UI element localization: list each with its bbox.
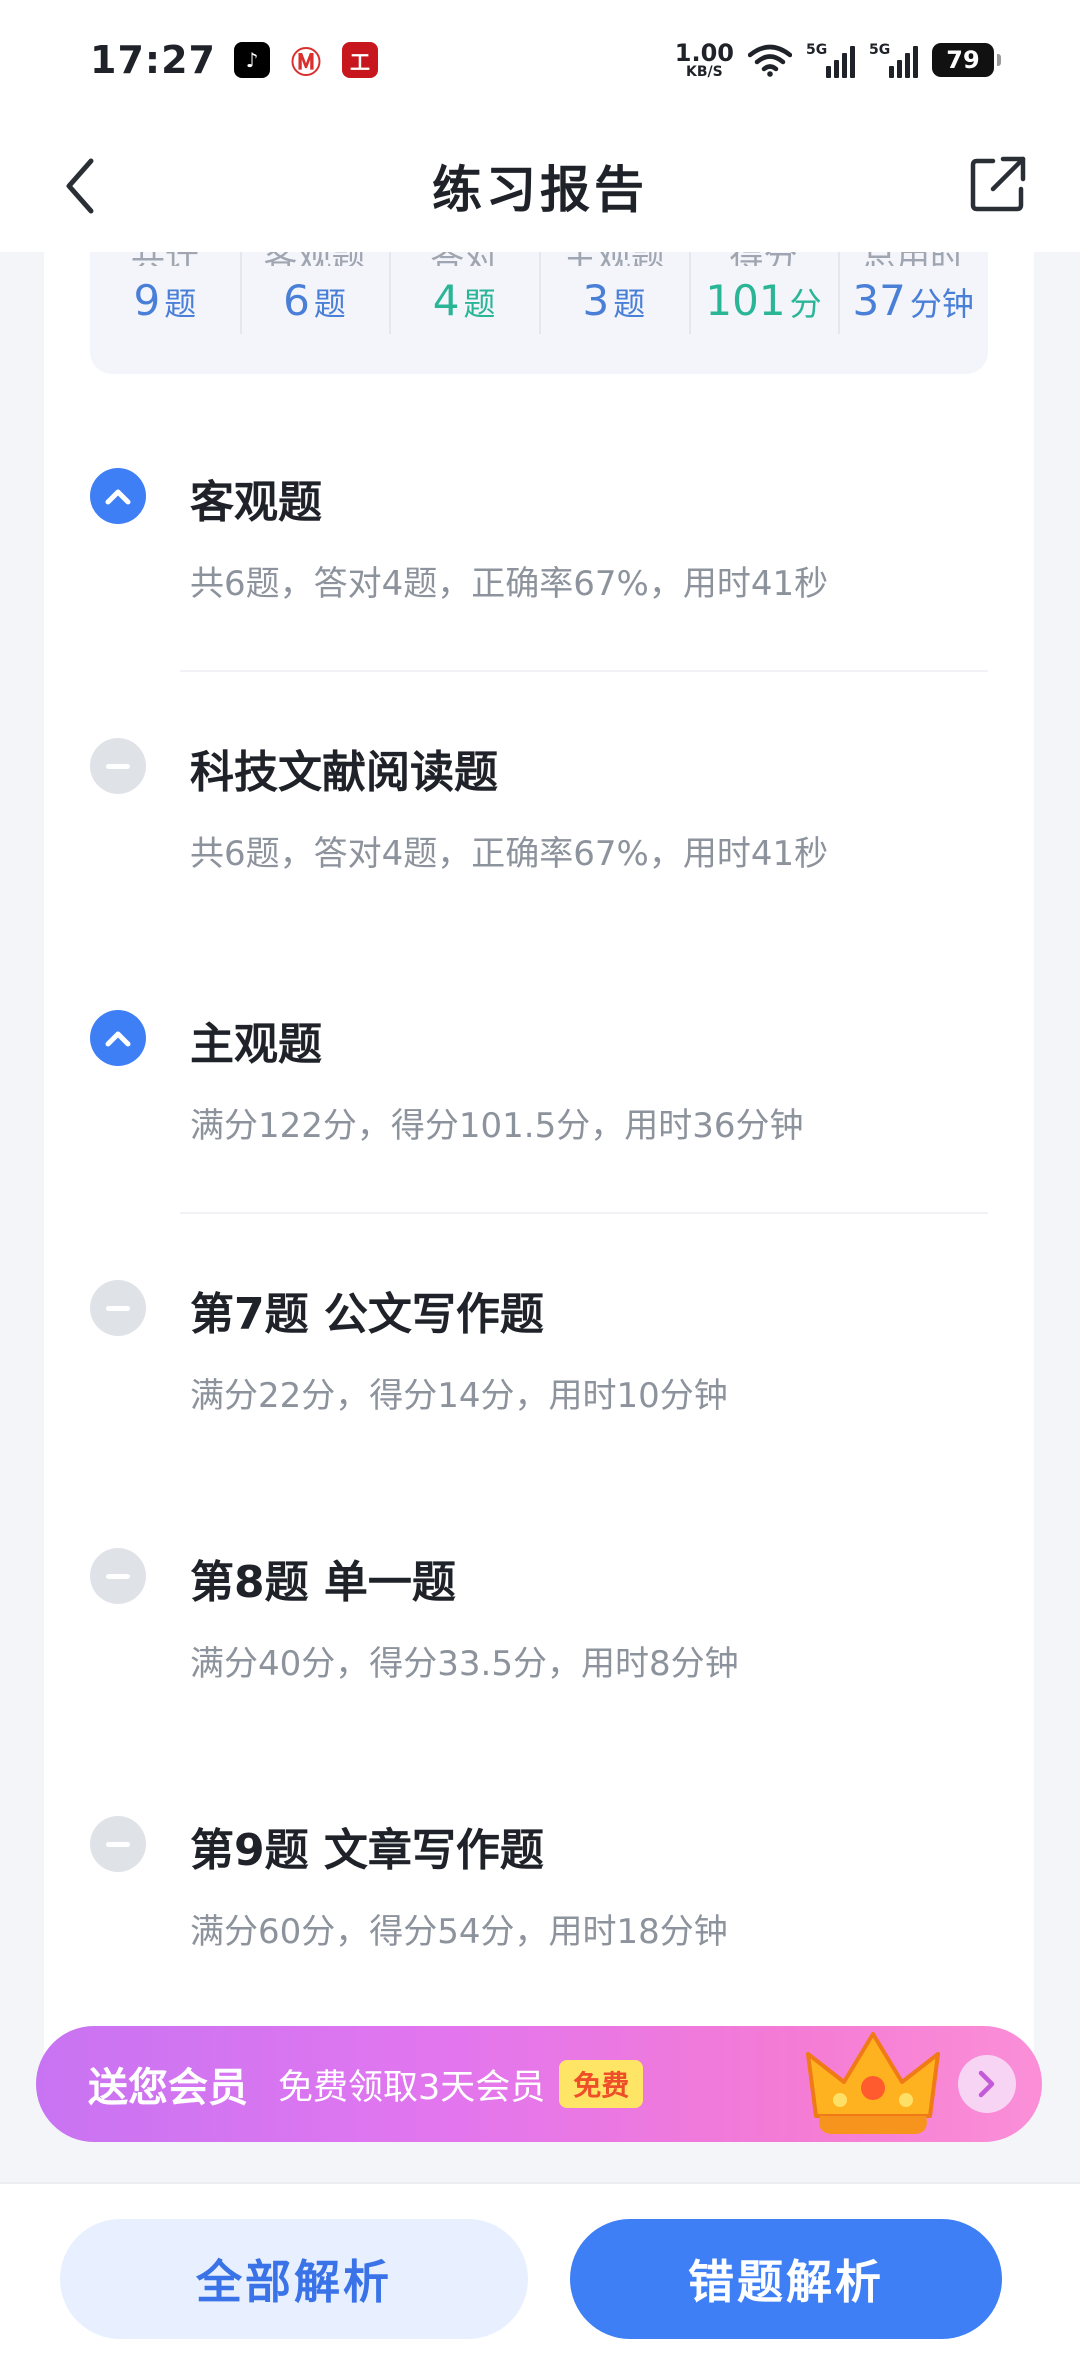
promo-arrow-button[interactable] xyxy=(958,2055,1016,2113)
chevron-left-icon xyxy=(66,158,94,214)
stat-time: 总用时 37分钟 xyxy=(838,252,988,374)
section-reading[interactable]: 科技文献阅读题 共6题，答对4题，正确率67%，用时41秒 xyxy=(90,738,988,878)
section-title: 科技文献阅读题 xyxy=(190,747,498,798)
stat-value: 101 xyxy=(705,276,786,325)
minus-icon xyxy=(90,1280,146,1336)
promo-free-badge: 免费 xyxy=(559,2060,644,2108)
stat-unit: 分 xyxy=(789,285,822,323)
battery-icon: 79 xyxy=(932,43,1001,77)
sim2-network-type: 5G xyxy=(869,42,891,58)
section-description: 共6题，答对4题，正确率67%，用时41秒 xyxy=(190,564,829,604)
minus-icon xyxy=(90,738,146,794)
network-speed-unit: KB/S xyxy=(686,64,723,80)
stat-value: 6 xyxy=(283,276,310,325)
stat-correct: 答对 4题 xyxy=(389,252,539,374)
section-subjective[interactable]: 主观题 满分122分，得分101.5分，用时36分钟 xyxy=(90,1010,988,1150)
stat-label: 共计 xyxy=(131,252,199,266)
wrong-analysis-button[interactable]: 错题解析 xyxy=(570,2219,1002,2339)
chevron-up-icon[interactable] xyxy=(90,468,146,524)
section-title: 第7题 公文写作题 xyxy=(190,1289,544,1340)
sim1-network-type: 5G xyxy=(806,42,828,58)
promo-sub-text: 免费领取3天会员 xyxy=(278,2067,546,2108)
network-speed-value: 1.00 xyxy=(674,39,734,67)
section-title: 客观题 xyxy=(190,477,322,528)
status-time: 17:27 xyxy=(90,38,216,82)
stat-unit: 题 xyxy=(164,285,197,323)
stat-unit: 题 xyxy=(313,285,346,323)
minus-icon xyxy=(90,1548,146,1604)
status-bar-right: 1.00 KB/S 5G 5G 79 xyxy=(675,41,1001,79)
status-bar: 17:27 ♪ Ⓜ 工 1.00 KB/S 5G 5G 79 xyxy=(0,0,1080,120)
network-speed: 1.00 KB/S xyxy=(675,41,734,79)
icbc-notification-icon: 工 xyxy=(341,42,378,78)
section-description: 满分22分，得分14分，用时10分钟 xyxy=(190,1376,728,1416)
section-title: 第8题 单一题 xyxy=(190,1557,456,1608)
stat-label: 答对 xyxy=(430,252,498,266)
wifi-icon xyxy=(748,44,792,77)
stat-value: 3 xyxy=(582,276,610,325)
stat-total: 共计 9题 xyxy=(90,252,240,374)
navigation-bar: 练习报告 xyxy=(0,120,1080,252)
section-question-7[interactable]: 第7题 公文写作题 满分22分，得分14分，用时10分钟 xyxy=(90,1280,988,1420)
stat-objective: 客观题 6题 xyxy=(239,252,390,374)
stat-unit: 分钟 xyxy=(909,285,974,323)
summary-stats: 共计 9题 客观题 6题 答对 4题 主观题 3题 得分 101分 总用时 37… xyxy=(90,252,988,374)
stat-value: 4 xyxy=(432,276,460,325)
signal-icon-sim1: 5G xyxy=(806,42,855,78)
section-description: 满分60分，得分54分，用时18分钟 xyxy=(190,1912,728,1952)
promo-main-text: 送您会员 xyxy=(88,2065,248,2111)
bank-notification-icon: Ⓜ xyxy=(287,42,324,81)
practice-report-page: 17:27 ♪ Ⓜ 工 1.00 KB/S 5G 5G 79 练习报告 9 题 … xyxy=(0,0,1080,2374)
section-title: 主观题 xyxy=(190,1019,322,1070)
section-objective[interactable]: 客观题 共6题，答对4题，正确率67%，用时41秒 xyxy=(90,468,988,608)
stat-value: 9 xyxy=(133,276,161,325)
minus-icon xyxy=(90,1816,146,1872)
stat-label: 总用时 xyxy=(862,252,964,266)
stat-label: 客观题 xyxy=(264,252,366,266)
report-card: 共计 9题 客观题 6题 答对 4题 主观题 3题 得分 101分 总用时 37… xyxy=(44,252,1034,2082)
membership-promo-banner[interactable]: 送您会员 免费领取3天会员 免费 xyxy=(36,2026,1042,2142)
stat-unit: 题 xyxy=(613,285,646,323)
chevron-up-icon[interactable] xyxy=(90,1010,146,1066)
share-icon xyxy=(970,156,1026,212)
stat-label: 得分 xyxy=(730,252,798,266)
section-question-8[interactable]: 第8题 单一题 满分40分，得分33.5分，用时8分钟 xyxy=(90,1548,988,1688)
section-description: 共6题，答对4题，正确率67%，用时41秒 xyxy=(190,834,829,874)
tiktok-notification-icon: ♪ xyxy=(233,42,270,78)
status-bar-left: 17:27 ♪ Ⓜ 工 xyxy=(90,38,378,82)
section-description: 满分40分，得分33.5分，用时8分钟 xyxy=(190,1644,739,1684)
signal-icon-sim2: 5G xyxy=(869,42,918,78)
page-title: 练习报告 xyxy=(432,161,648,219)
battery-level: 79 xyxy=(946,46,980,74)
chevron-right-icon xyxy=(978,2070,995,2098)
stat-score: 得分 101分 xyxy=(688,252,839,374)
divider xyxy=(180,1212,988,1214)
back-button[interactable] xyxy=(52,154,108,218)
section-question-9[interactable]: 第9题 文章写作题 满分60分，得分54分，用时18分钟 xyxy=(90,1816,988,1956)
crown-icon xyxy=(806,2032,940,2134)
section-title: 第9题 文章写作题 xyxy=(190,1825,544,1876)
stat-subjective: 主观题 3题 xyxy=(539,252,689,374)
stat-unit: 题 xyxy=(463,285,496,323)
share-button[interactable] xyxy=(966,152,1030,216)
stat-label: 主观题 xyxy=(563,252,665,266)
all-analysis-button[interactable]: 全部解析 xyxy=(60,2219,528,2339)
stat-value: 37 xyxy=(852,276,906,325)
section-description: 满分122分，得分101.5分，用时36分钟 xyxy=(190,1106,804,1146)
bottom-action-bar: 全部解析 错题解析 xyxy=(0,2182,1080,2374)
divider xyxy=(180,670,988,672)
